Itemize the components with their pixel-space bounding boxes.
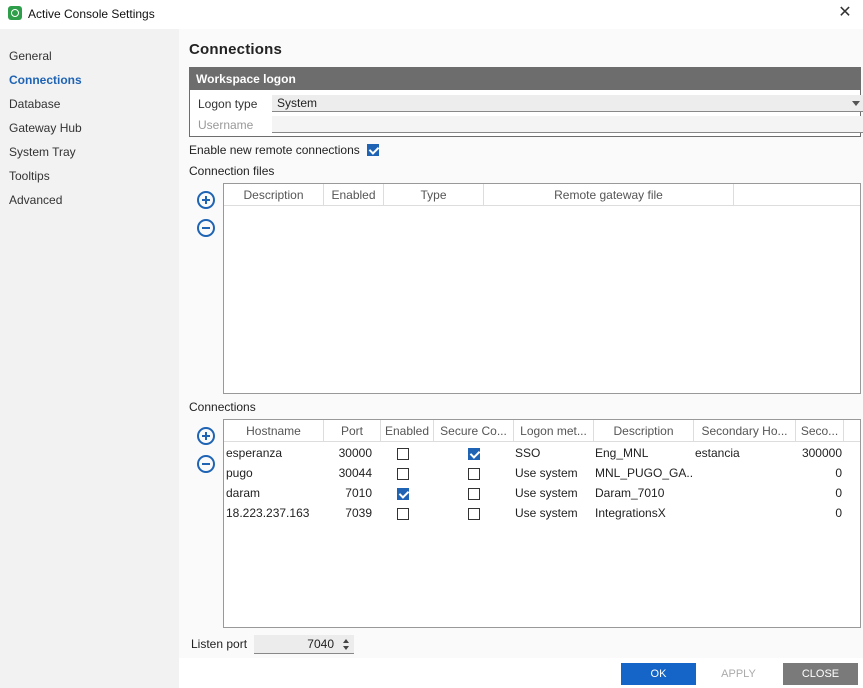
connection-files-table: Description Enabled Type Remote gateway … bbox=[223, 183, 861, 394]
title-bar: Active Console Settings ✕ bbox=[0, 0, 863, 29]
cell-port: 30044 bbox=[338, 466, 372, 480]
cell-logon-method: Use system bbox=[515, 506, 578, 520]
enable-remote-checkbox[interactable] bbox=[367, 143, 380, 156]
secure-checkbox[interactable] bbox=[468, 487, 480, 500]
sidebar-item-gateway-hub[interactable]: Gateway Hub bbox=[0, 116, 179, 140]
enable-remote-label: Enable new remote connections bbox=[189, 143, 360, 157]
cell-secondary-port: 0 bbox=[835, 486, 842, 500]
cell-port: 30000 bbox=[338, 446, 372, 460]
listen-port-label: Listen port bbox=[191, 637, 248, 651]
cell-hostname: daram bbox=[226, 486, 261, 500]
listen-port-stepper[interactable]: 7040 bbox=[254, 635, 354, 654]
ok-button[interactable]: OK bbox=[621, 663, 696, 685]
table-row[interactable]: daram 7010 Use system Daram_7010 0 bbox=[224, 483, 860, 503]
app-icon bbox=[8, 6, 22, 20]
sidebar-item-tooltips[interactable]: Tooltips bbox=[0, 164, 179, 188]
connection-files-label: Connection files bbox=[189, 164, 275, 178]
col-type[interactable]: Type bbox=[384, 184, 484, 206]
sidebar-item-connections[interactable]: Connections bbox=[0, 68, 179, 92]
cell-secondary-port: 300000 bbox=[801, 446, 842, 460]
secure-checkbox[interactable] bbox=[468, 447, 480, 460]
sidebar-item-system-tray[interactable]: System Tray bbox=[0, 140, 179, 164]
username-row: Username bbox=[198, 116, 863, 134]
workspace-logon-header: Workspace logon bbox=[190, 68, 860, 90]
cell-hostname: esperanza bbox=[226, 446, 283, 460]
enabled-checkbox[interactable] bbox=[397, 507, 409, 520]
cell-logon-method: SSO bbox=[515, 446, 541, 460]
add-connection-icon[interactable] bbox=[197, 427, 215, 445]
connections-header: Hostname Port Enabled Secure Co... Logon… bbox=[224, 420, 860, 442]
cell-description: Eng_MNL bbox=[595, 446, 649, 460]
sidebar-item-general[interactable]: General bbox=[0, 44, 179, 68]
sidebar-item-advanced[interactable]: Advanced bbox=[0, 188, 179, 212]
close-button[interactable]: CLOSE bbox=[783, 663, 858, 685]
col-secondary-port[interactable]: Seco... bbox=[796, 420, 844, 442]
window-title: Active Console Settings bbox=[28, 7, 155, 21]
col-port[interactable]: Port bbox=[324, 420, 381, 442]
close-window-icon[interactable]: ✕ bbox=[835, 3, 855, 23]
add-file-icon[interactable] bbox=[197, 191, 215, 209]
col-description[interactable]: Description bbox=[224, 184, 324, 206]
spin-down-icon[interactable] bbox=[343, 646, 349, 650]
logon-type-row: Logon type System bbox=[198, 95, 863, 113]
cell-hostname: pugo bbox=[226, 466, 253, 480]
cell-secondary-host bbox=[695, 483, 795, 503]
connections-label: Connections bbox=[189, 400, 256, 414]
col-hostname[interactable]: Hostname bbox=[224, 420, 324, 442]
col-secondary-host[interactable]: Secondary Ho... bbox=[694, 420, 796, 442]
cell-logon-method: Use system bbox=[515, 466, 578, 480]
connection-files-header: Description Enabled Type Remote gateway … bbox=[224, 184, 860, 206]
settings-content: Connections Workspace logon Logon type S… bbox=[179, 29, 863, 658]
table-row[interactable]: 18.223.237.163 7039 Use system Integrati… bbox=[224, 503, 860, 523]
col-enabled[interactable]: Enabled bbox=[381, 420, 434, 442]
enabled-checkbox[interactable] bbox=[397, 447, 409, 460]
remove-file-icon[interactable] bbox=[197, 219, 215, 237]
sidebar-item-database[interactable]: Database bbox=[0, 92, 179, 116]
secure-checkbox[interactable] bbox=[468, 467, 480, 480]
workspace-logon-panel: Workspace logon Logon type System Userna… bbox=[189, 67, 863, 137]
username-input[interactable] bbox=[272, 116, 863, 133]
col-enabled[interactable]: Enabled bbox=[324, 184, 384, 206]
table-row[interactable]: pugo 30044 Use system MNL_PUGO_GA... 0 bbox=[224, 463, 860, 483]
cell-secondary-port: 0 bbox=[835, 506, 842, 520]
remove-connection-icon[interactable] bbox=[197, 455, 215, 473]
table-row[interactable]: esperanza 30000 SSO Eng_MNL estancia 300… bbox=[224, 443, 860, 463]
enable-remote-row: Enable new remote connections bbox=[189, 142, 380, 158]
cell-description: MNL_PUGO_GA... bbox=[595, 466, 693, 480]
logon-type-value: System bbox=[277, 96, 318, 110]
cell-secondary-host: estancia bbox=[695, 446, 740, 460]
cell-description: IntegrationsX bbox=[595, 506, 666, 520]
col-logon-method[interactable]: Logon met... bbox=[514, 420, 594, 442]
cell-logon-method: Use system bbox=[515, 486, 578, 500]
secure-checkbox[interactable] bbox=[468, 507, 480, 520]
cell-port: 7039 bbox=[345, 506, 372, 520]
cell-secondary-host bbox=[695, 463, 795, 483]
apply-button[interactable]: APPLY bbox=[701, 663, 776, 685]
chevron-down-icon bbox=[852, 101, 860, 106]
cell-description: Daram_7010 bbox=[595, 486, 665, 500]
cell-port: 7010 bbox=[345, 486, 372, 500]
enabled-checkbox[interactable] bbox=[397, 487, 409, 500]
cell-secondary-port: 0 bbox=[835, 466, 842, 480]
cell-hostname: 18.223.237.163 bbox=[226, 506, 310, 520]
enabled-checkbox[interactable] bbox=[397, 467, 409, 480]
username-label: Username bbox=[198, 118, 254, 132]
connections-table: Hostname Port Enabled Secure Co... Logon… bbox=[223, 419, 861, 628]
logon-type-select[interactable]: System bbox=[272, 95, 863, 112]
col-remote-gateway-file[interactable]: Remote gateway file bbox=[484, 184, 734, 206]
col-description[interactable]: Description bbox=[594, 420, 694, 442]
spin-up-icon[interactable] bbox=[343, 639, 349, 643]
logon-type-label: Logon type bbox=[198, 97, 258, 111]
dialog-footer: OK APPLY CLOSE bbox=[179, 658, 863, 688]
col-secure[interactable]: Secure Co... bbox=[434, 420, 514, 442]
cell-secondary-host bbox=[695, 503, 795, 523]
sidebar: General Connections Database Gateway Hub… bbox=[0, 29, 179, 688]
page-title: Connections bbox=[189, 41, 283, 58]
listen-port-value: 7040 bbox=[307, 637, 334, 651]
